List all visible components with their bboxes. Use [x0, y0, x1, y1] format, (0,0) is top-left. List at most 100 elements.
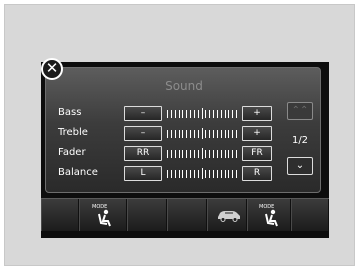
scale-tick — [228, 150, 230, 158]
scale-tick — [224, 110, 226, 118]
scale-tick — [186, 170, 188, 178]
scale-tick — [182, 150, 184, 158]
scale-tick — [182, 110, 184, 118]
page-up-button[interactable]: ⌃⌃ — [287, 102, 313, 120]
scale-tick — [178, 110, 180, 118]
scale-tick — [170, 110, 172, 118]
scale-tick — [205, 130, 207, 138]
seat-mode-icon — [98, 209, 111, 227]
scale-tick — [228, 110, 230, 118]
scale-tick — [201, 128, 203, 139]
scale-tick — [174, 130, 176, 138]
scale-tick — [182, 170, 184, 178]
scale-tick — [213, 110, 214, 118]
scale-tick — [232, 130, 234, 138]
scale-tick — [228, 130, 230, 138]
bottom-slot-4[interactable] — [167, 199, 207, 231]
scale-tick — [193, 110, 195, 118]
scale-tick — [220, 150, 222, 158]
fader-front-button[interactable]: FR — [242, 146, 272, 161]
scale-tick — [220, 130, 222, 138]
car-audio-icon — [218, 211, 240, 222]
scale-tick — [193, 150, 195, 158]
scale-tick — [193, 130, 195, 138]
scale-tick — [228, 170, 230, 178]
bass-scale[interactable] — [167, 108, 237, 119]
scale-tick — [186, 150, 188, 158]
bottom-bar: MODE MODE — [41, 198, 329, 231]
bottom-slot-3[interactable] — [127, 199, 167, 231]
bass-increase-button[interactable]: + — [242, 106, 272, 121]
chevron-down-icon: ⌄ — [295, 160, 305, 171]
page-indicator: 1/2 — [291, 135, 309, 146]
scale-tick — [193, 170, 195, 178]
scale-tick — [236, 130, 237, 138]
audio-car-button[interactable] — [207, 199, 247, 231]
scale-tick — [197, 150, 199, 158]
scale-tick — [220, 170, 222, 178]
scale-tick — [232, 150, 234, 158]
balance-scale[interactable] — [167, 168, 237, 179]
scale-tick — [197, 130, 199, 138]
scale-tick — [216, 170, 218, 178]
setting-label: Treble — [58, 127, 88, 138]
scale-tick — [201, 168, 203, 179]
close-icon: ✕ — [45, 59, 59, 77]
scale-tick — [170, 150, 172, 158]
driver-seat-mode-button[interactable]: MODE — [79, 199, 127, 231]
scale-tick — [178, 170, 180, 178]
scale-tick — [216, 150, 218, 158]
scale-tick — [174, 110, 176, 118]
scale-tick — [182, 130, 184, 138]
scale-tick — [167, 170, 168, 178]
chevron-up-icon: ⌃⌃ — [291, 105, 309, 116]
scale-tick — [201, 108, 203, 119]
balance-left-button[interactable]: L — [124, 166, 162, 181]
scale-tick — [197, 110, 199, 118]
scale-tick — [178, 150, 180, 158]
scale-tick — [186, 110, 188, 118]
scale-tick — [224, 130, 226, 138]
balance-right-button[interactable]: R — [242, 166, 272, 181]
scale-tick — [209, 110, 211, 118]
scale-tick — [201, 148, 203, 159]
passenger-seat-mode-button[interactable]: MODE — [247, 199, 291, 231]
scale-tick — [224, 170, 226, 178]
bottom-slot-1[interactable] — [41, 199, 79, 231]
scale-tick — [190, 130, 191, 138]
close-button[interactable]: ✕ — [41, 58, 63, 80]
seat-mode-icon — [265, 209, 278, 227]
scale-tick — [190, 150, 191, 158]
scale-tick — [205, 150, 207, 158]
scale-tick — [174, 170, 176, 178]
bass-decrease-button[interactable]: – — [124, 106, 162, 121]
scale-tick — [213, 150, 214, 158]
page-frame: Sound Bass – + Treble – + Fader RR FR Ba — [4, 4, 355, 266]
treble-increase-button[interactable]: + — [242, 126, 272, 141]
setting-row-bass: Bass – + — [46, 106, 286, 122]
treble-scale[interactable] — [167, 128, 237, 139]
setting-row-treble: Treble – + — [46, 126, 286, 142]
scale-tick — [209, 130, 211, 138]
scale-tick — [236, 150, 237, 158]
scale-tick — [236, 170, 237, 178]
scale-tick — [224, 150, 226, 158]
panel-title: Sound — [165, 79, 203, 93]
scale-tick — [167, 130, 168, 138]
bottom-slot-7[interactable] — [291, 199, 329, 231]
scale-tick — [213, 170, 214, 178]
scale-tick — [220, 110, 222, 118]
scale-tick — [213, 130, 214, 138]
page-down-button[interactable]: ⌄ — [287, 157, 313, 175]
setting-row-fader: Fader RR FR — [46, 146, 286, 162]
scale-tick — [205, 170, 207, 178]
scale-tick — [174, 150, 176, 158]
scale-tick — [216, 110, 218, 118]
scale-tick — [232, 170, 234, 178]
scale-tick — [236, 110, 237, 118]
fader-rear-button[interactable]: RR — [124, 146, 162, 161]
setting-label: Balance — [58, 167, 98, 178]
scale-tick — [197, 170, 199, 178]
fader-scale[interactable] — [167, 148, 237, 159]
treble-decrease-button[interactable]: – — [124, 126, 162, 141]
